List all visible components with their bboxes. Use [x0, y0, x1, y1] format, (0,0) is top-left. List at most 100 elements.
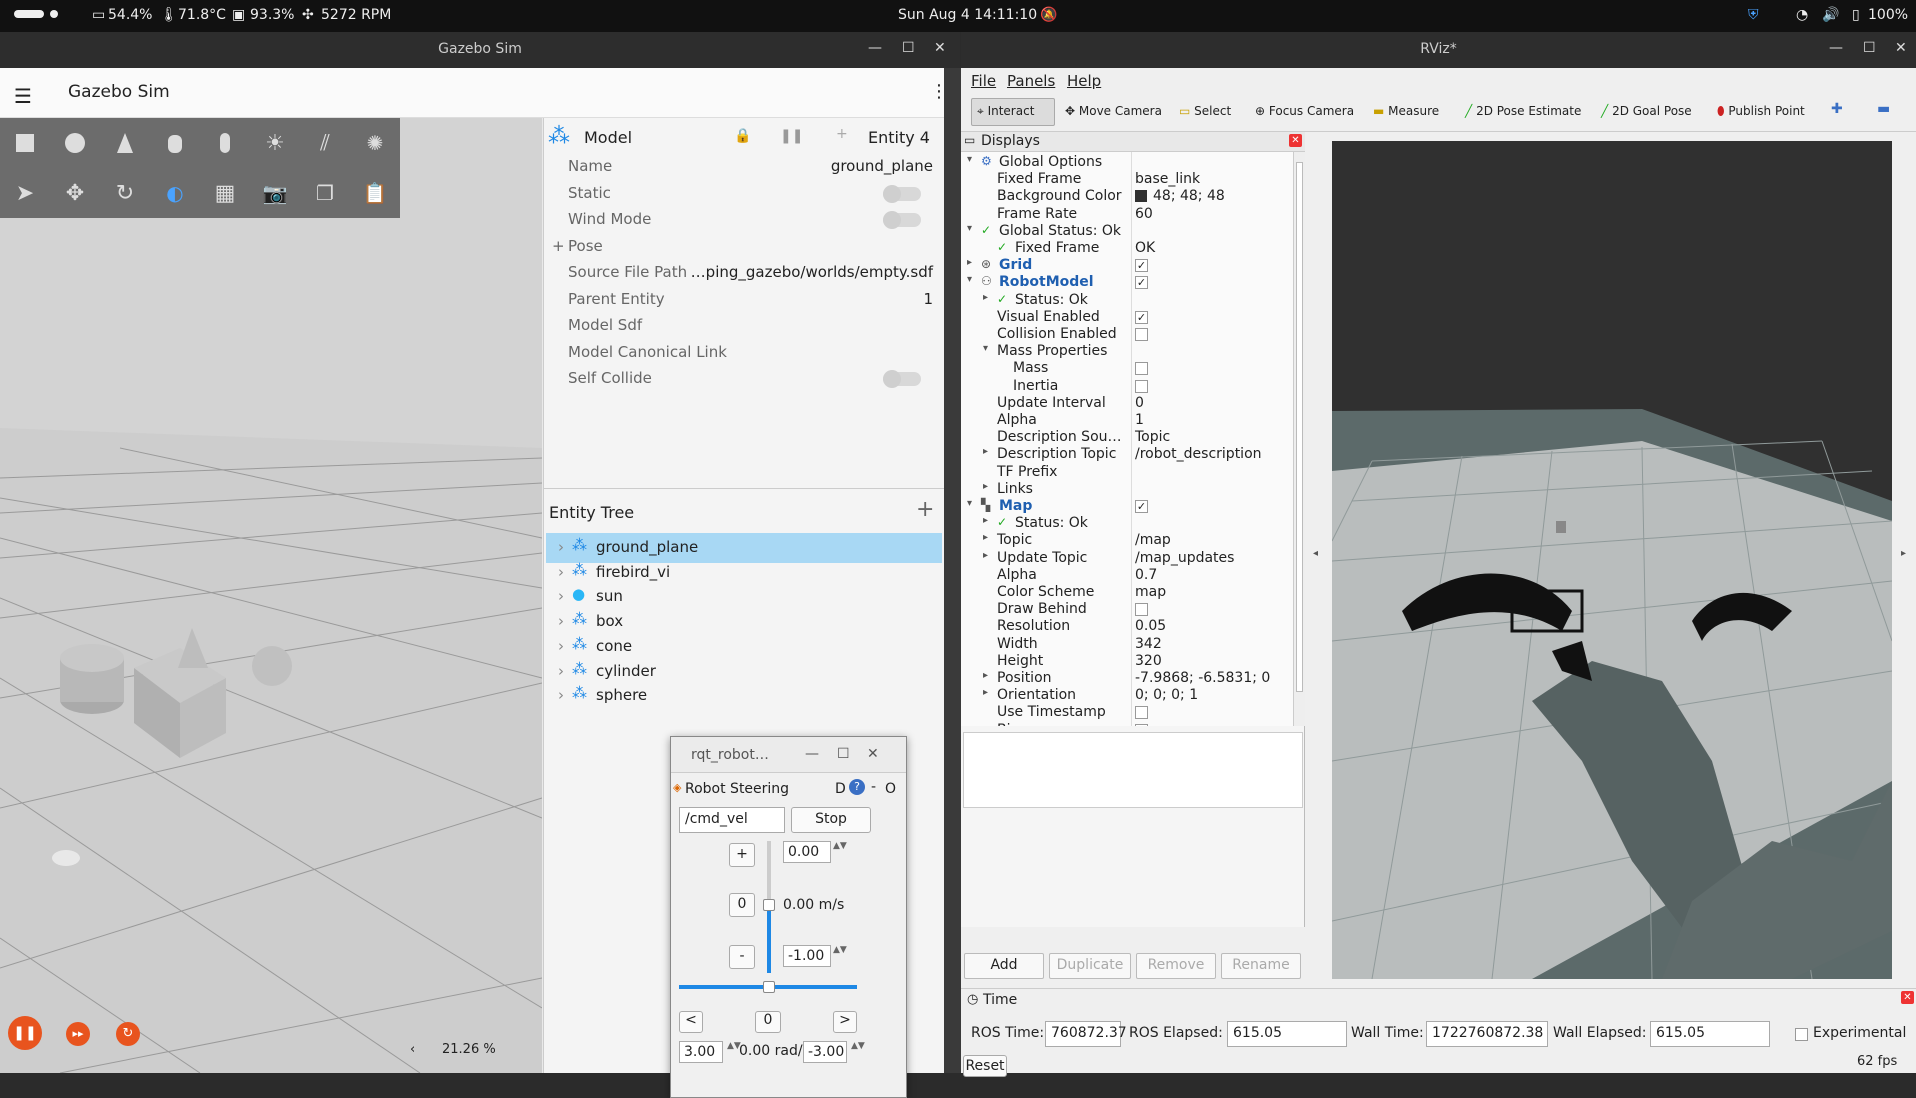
spot-light-icon[interactable]: ✺	[350, 118, 400, 168]
copy-icon[interactable]: ❐	[300, 168, 350, 218]
toggle-switch[interactable]	[883, 184, 921, 203]
display-checkbox[interactable]: ✓	[1135, 259, 1148, 273]
collapsed-arrow-icon[interactable]: ▸	[983, 446, 988, 457]
grid-config-icon[interactable]: ▦	[200, 168, 250, 218]
rviz-maximize-icon[interactable]: ☐	[1863, 40, 1876, 56]
expanded-arrow-icon[interactable]: ▾	[967, 154, 972, 165]
chevron-right-icon[interactable]: ›	[558, 662, 564, 680]
display-checkbox[interactable]	[1135, 379, 1148, 393]
experimental-checkbox[interactable]	[1795, 1028, 1808, 1041]
collapse-left-icon[interactable]: ‹	[410, 1042, 415, 1057]
notifications-off-icon[interactable]: 🔕	[1040, 7, 1057, 23]
color-swatch[interactable]	[1135, 190, 1147, 203]
help-icon[interactable]: ?	[849, 779, 865, 795]
box-shape-icon[interactable]	[0, 118, 50, 168]
display-checkbox[interactable]	[1135, 706, 1148, 720]
clock[interactable]: Sun Aug 4 14:11:10	[898, 7, 1037, 23]
display-property-value[interactable]: /map	[1135, 532, 1171, 548]
chevron-right-icon[interactable]: ›	[558, 612, 564, 630]
display-property-value[interactable]: 0; 0; 0; 1	[1135, 687, 1198, 703]
paste-icon[interactable]: 📋	[350, 168, 400, 218]
collapsed-arrow-icon[interactable]: ▸	[983, 670, 988, 681]
display-property-value[interactable]: 60	[1135, 206, 1153, 222]
linear-max-input[interactable]: 0.00	[783, 841, 831, 863]
rqt-maximize-icon[interactable]: ☐	[837, 746, 850, 762]
lock-icon[interactable]: 🔒	[734, 128, 751, 144]
pause-button[interactable]: ❚❚	[8, 1016, 42, 1050]
minus-control[interactable]: -	[871, 779, 876, 795]
display-property-value[interactable]: 0.7	[1135, 567, 1157, 583]
chevron-right-icon[interactable]: ›	[558, 686, 564, 704]
add-entity-icon[interactable]: +	[916, 497, 934, 522]
display-checkbox[interactable]	[1135, 603, 1148, 617]
displays-scrollbar[interactable]	[1293, 152, 1305, 726]
volume-icon[interactable]: 🔊	[1822, 7, 1839, 23]
expanded-arrow-icon[interactable]: ▾	[967, 498, 972, 509]
goal-pose-tool[interactable]: ╱ 2D Goal Pose	[1601, 104, 1692, 118]
collapsed-arrow-icon[interactable]: ▸	[983, 550, 988, 561]
wifi-icon[interactable]: ◔	[1796, 7, 1808, 23]
expanded-arrow-icon[interactable]: ▾	[983, 343, 988, 354]
display-property-value[interactable]: /map_updates	[1135, 550, 1234, 566]
rqt-titlebar[interactable]: rqt_robot… — ☐ ✕	[671, 737, 906, 773]
entity-tree-item[interactable]: › ⁂ sphere	[546, 681, 942, 711]
linear-zero-button[interactable]: 0	[729, 893, 755, 917]
add-tool-icon[interactable]: ✚	[1831, 101, 1843, 117]
ros-elapsed-field[interactable]: 615.05	[1227, 1021, 1347, 1047]
plugin-dock-control[interactable]: D	[835, 781, 846, 797]
point-light-icon[interactable]: ☀	[250, 118, 300, 168]
directional-light-icon[interactable]: ⫽	[300, 118, 350, 168]
screenshot-icon[interactable]: 📷	[250, 168, 300, 218]
wall-time-field[interactable]: 1722760872.38	[1426, 1021, 1548, 1047]
display-checkbox[interactable]: ✓	[1135, 500, 1148, 513]
collapsed-arrow-icon[interactable]: ▸	[983, 532, 988, 543]
duplicate-display-button[interactable]: Duplicate	[1049, 953, 1131, 979]
add-icon[interactable]: +	[836, 126, 848, 142]
menu-file[interactable]: File	[971, 72, 996, 90]
maximize-icon[interactable]: ☐	[902, 40, 915, 56]
display-property-value[interactable]: -7.9868; -6.5831; 0	[1135, 670, 1270, 686]
linear-min-spinner[interactable]: ▲▼	[833, 945, 847, 955]
step-forward-button[interactable]: ▸▸	[66, 1022, 90, 1046]
minimize-icon[interactable]: —	[868, 40, 882, 56]
close-displays-icon[interactable]: ✕	[1289, 134, 1302, 147]
display-property-value[interactable]: Topic	[1135, 429, 1170, 445]
cone-shape-icon[interactable]	[100, 118, 150, 168]
display-property-value[interactable]: 0.05	[1135, 618, 1166, 634]
chevron-right-icon[interactable]: ›	[558, 637, 564, 655]
display-property-value[interactable]: map	[1135, 584, 1166, 600]
select-tool[interactable]: ▭ Select	[1179, 104, 1231, 118]
display-property-value[interactable]: /robot_description	[1135, 446, 1262, 462]
collapsed-arrow-icon[interactable]: ▸	[983, 515, 988, 526]
cylinder-shape-icon[interactable]	[150, 118, 200, 168]
rename-display-button[interactable]: Rename	[1221, 953, 1301, 979]
angular-max-input[interactable]: 3.00	[679, 1041, 723, 1063]
angular-slider-handle[interactable]	[763, 981, 775, 993]
chevron-right-icon[interactable]: ›	[558, 538, 564, 556]
angular-min-input[interactable]: -3.00	[803, 1041, 847, 1063]
display-row[interactable]: Binary represen…	[961, 720, 1293, 726]
display-property-value[interactable]: 320	[1135, 653, 1162, 669]
translate-icon[interactable]: ✥	[50, 168, 100, 218]
linear-max-spinner[interactable]: ▲▼	[833, 841, 847, 851]
display-checkbox[interactable]: ✓	[1135, 276, 1148, 290]
display-property-value[interactable]: 342	[1135, 636, 1162, 652]
menu-panels[interactable]: Panels	[1007, 72, 1055, 90]
display-checkbox[interactable]: ✓	[1135, 310, 1148, 324]
close-time-icon[interactable]: ✕	[1901, 991, 1914, 1004]
rotate-icon[interactable]: ↻	[100, 168, 150, 218]
chevron-right-icon[interactable]: ›	[558, 587, 564, 605]
expand-pose-icon[interactable]: +	[552, 237, 565, 255]
angular-zero-button[interactable]: 0	[755, 1011, 781, 1033]
display-property-value[interactable]: 48; 48; 48	[1153, 188, 1225, 204]
transform-icon[interactable]: ◐	[150, 168, 200, 218]
angular-left-button[interactable]: <	[679, 1011, 703, 1033]
hamburger-menu-icon[interactable]: ☰	[14, 84, 32, 108]
focus-camera-tool[interactable]: ⊕ Focus Camera	[1255, 104, 1354, 118]
rviz-minimize-icon[interactable]: —	[1829, 40, 1843, 56]
linear-plus-button[interactable]: +	[729, 843, 755, 867]
display-property-value[interactable]: OK	[1135, 240, 1155, 256]
collapsed-arrow-icon[interactable]: ▸	[967, 257, 972, 268]
toggle-switch[interactable]	[883, 211, 921, 229]
capsule-shape-icon[interactable]	[200, 118, 250, 168]
